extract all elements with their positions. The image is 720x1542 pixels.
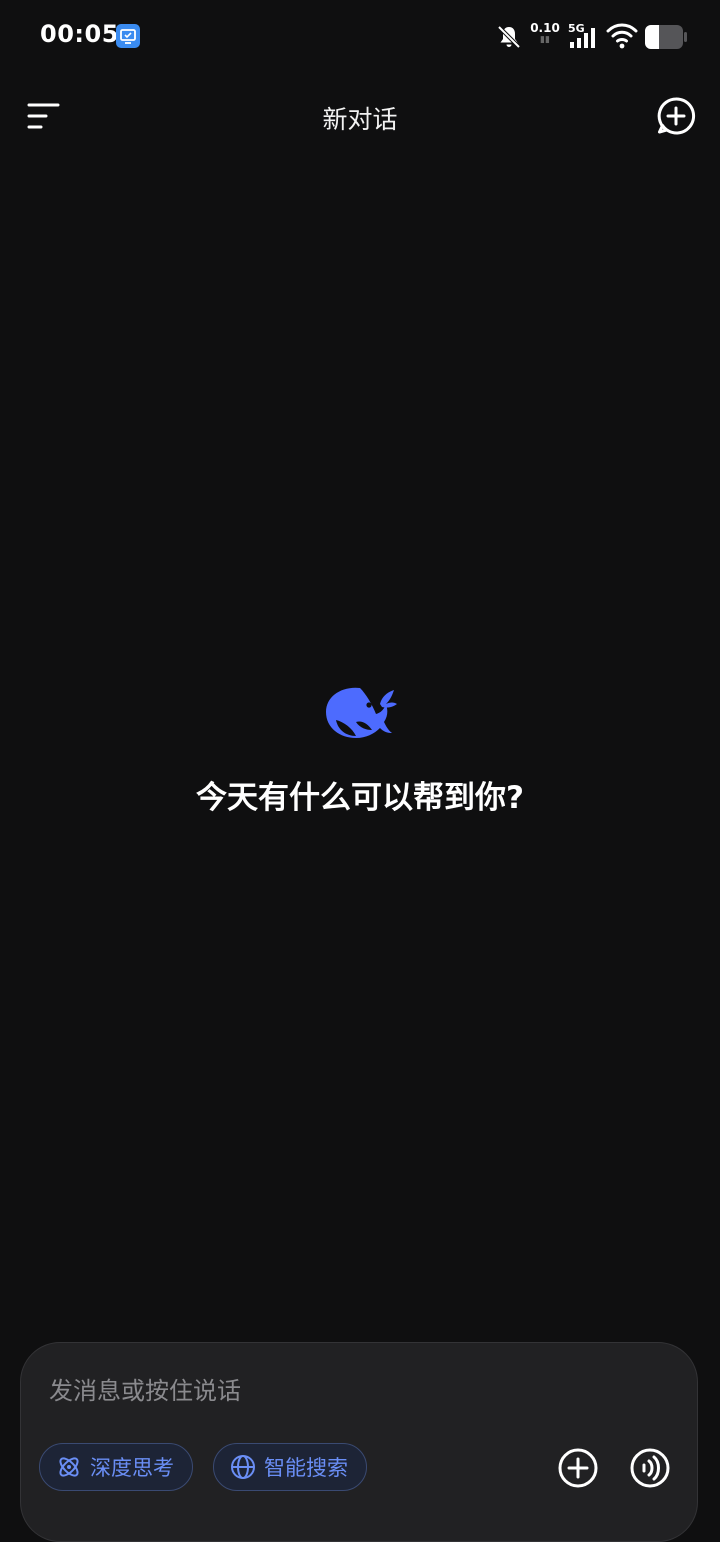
status-icons: 0.10 ▮▮ 5G xyxy=(412,20,687,54)
screen-mirror-icon xyxy=(116,24,140,48)
status-time: 00:05 xyxy=(40,20,119,48)
new-chat-icon xyxy=(657,97,696,135)
header: 新对话 xyxy=(0,84,720,150)
message-composer: 深度思考 智能搜索 xyxy=(20,1342,698,1542)
voice-wave-icon xyxy=(630,1448,670,1488)
status-bar: 00:05 0.10 ▮▮ 5G xyxy=(0,0,720,72)
globe-icon xyxy=(231,1455,255,1479)
whale-logo-icon xyxy=(322,682,398,742)
network-speed: 0.10 ▮▮ xyxy=(530,21,560,45)
wifi-icon xyxy=(606,22,638,54)
attach-button[interactable] xyxy=(557,1447,599,1489)
new-chat-button[interactable] xyxy=(654,94,698,138)
deep-think-label: 深度思考 xyxy=(90,1456,174,1480)
voice-button[interactable] xyxy=(629,1447,671,1489)
smart-search-button[interactable]: 智能搜索 xyxy=(213,1443,367,1491)
atom-icon xyxy=(59,1457,79,1477)
battery-icon xyxy=(644,24,688,54)
smart-search-label: 智能搜索 xyxy=(264,1456,348,1480)
deep-think-button[interactable]: 深度思考 xyxy=(39,1443,193,1491)
bell-muted-icon xyxy=(496,24,522,54)
welcome-heading: 今天有什么可以帮到你? xyxy=(196,780,524,816)
signal-bars-icon xyxy=(570,28,595,48)
page-title: 新对话 xyxy=(322,105,398,134)
plus-circle-icon xyxy=(558,1448,598,1488)
message-input[interactable] xyxy=(49,1371,649,1411)
